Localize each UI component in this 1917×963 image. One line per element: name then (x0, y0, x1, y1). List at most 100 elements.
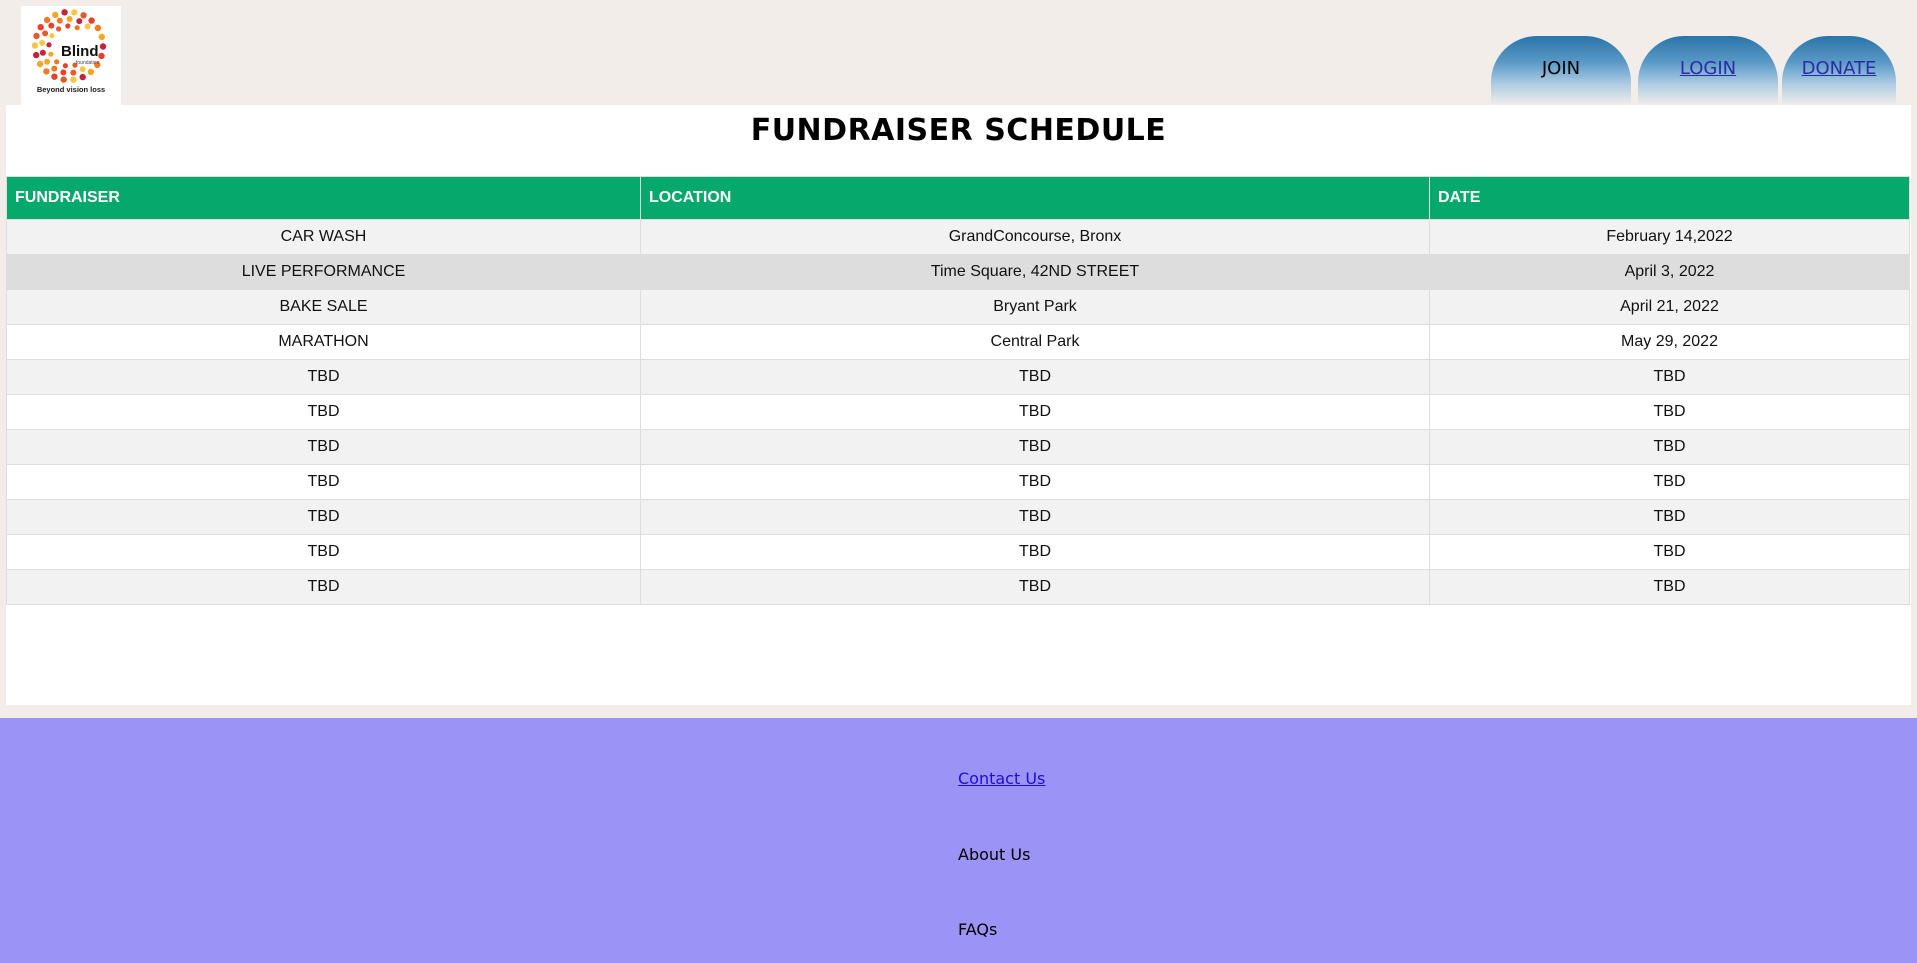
table-row: TBD TBD TBD (6, 499, 1910, 535)
table-row: LIVE PERFORMANCE Time Square, 42ND STREET… (6, 254, 1910, 290)
cell-fundraiser: TBD (6, 464, 641, 500)
logo-dot (80, 12, 87, 19)
logo-dot (88, 17, 95, 24)
cell-fundraiser: TBD (6, 499, 641, 535)
logo-dot (87, 68, 95, 76)
logo-dot (65, 23, 71, 29)
column-header-date: DATE (1429, 176, 1910, 220)
nav-join-tab[interactable]: JOIN (1491, 36, 1631, 105)
logo-dot (98, 52, 105, 60)
logo-dot (48, 22, 55, 29)
cell-date: April 3, 2022 (1429, 254, 1910, 290)
fundraiser-schedule-table: FUNDRAISER LOCATION DATE CAR WASH GrandCo… (6, 176, 1910, 605)
site-footer: Contact Us About Us FAQs (0, 718, 1917, 963)
cell-fundraiser: TBD (6, 534, 641, 570)
table-row: TBD TBD TBD (6, 429, 1910, 465)
logo-dot (51, 73, 58, 80)
logo-dot (70, 76, 77, 83)
blind-foundation-logo[interactable]: Blind foundation Beyond vision loss (21, 6, 121, 105)
logo-dot (94, 24, 102, 32)
logo-dot (71, 9, 78, 16)
cell-location: TBD (640, 429, 1430, 465)
cell-location: Time Square, 42ND STREET (640, 254, 1430, 290)
logo-dot (49, 33, 55, 39)
logo-dot (48, 51, 54, 57)
table-row: TBD TBD TBD (6, 394, 1910, 430)
logo-dot (60, 76, 67, 83)
nav-login-tab[interactable]: LOGIN (1638, 36, 1778, 105)
cell-location: Central Park (640, 324, 1430, 360)
cell-date: TBD (1429, 499, 1910, 535)
cell-location: TBD (640, 359, 1430, 395)
cell-fundraiser: TBD (6, 569, 641, 605)
column-header-fundraiser: FUNDRAISER (6, 176, 641, 220)
logo-dot (56, 26, 62, 32)
logo-dot (76, 18, 83, 25)
nav-donate-link[interactable]: DONATE (1802, 58, 1877, 79)
nav-login-link[interactable]: LOGIN (1680, 58, 1736, 79)
column-header-location: LOCATION (640, 176, 1430, 220)
table-row: MARATHON Central Park May 29, 2022 (6, 324, 1910, 360)
cell-location: TBD (640, 569, 1430, 605)
logo-dot (62, 63, 68, 69)
logo-dot (39, 39, 46, 46)
cell-location: GrandConcourse, Bronx (640, 219, 1430, 255)
table-row: BAKE SALE Bryant Park April 21, 2022 (6, 289, 1910, 325)
logo-dot (84, 23, 91, 30)
table-row: CAR WASH GrandConcourse, Bronx February 14… (6, 219, 1910, 255)
logo-dot (99, 43, 107, 50)
cell-date: TBD (1429, 569, 1910, 605)
cell-date: TBD (1429, 394, 1910, 430)
contact-us-link[interactable]: Contact Us (958, 769, 1045, 788)
logo-dot (43, 16, 51, 24)
nav-join-label[interactable]: JOIN (1542, 58, 1580, 79)
logo-dot (74, 25, 80, 31)
logo-dot (60, 69, 67, 76)
cell-fundraiser: BAKE SALE (6, 289, 641, 325)
cell-date: TBD (1429, 534, 1910, 570)
cell-fundraiser: MARATHON (6, 324, 641, 360)
cell-location: TBD (640, 394, 1430, 430)
cell-date: TBD (1429, 464, 1910, 500)
table-row: TBD TBD TBD (6, 569, 1910, 605)
cell-date: TBD (1429, 429, 1910, 465)
main-content: FUNDRAISER SCHEDULE FUNDRAISER LOCATION … (6, 105, 1911, 705)
about-us-link[interactable]: About Us (958, 845, 1030, 864)
logo-dot (42, 30, 49, 37)
logo-dot (46, 42, 52, 48)
logo-dot (33, 51, 40, 59)
faqs-link[interactable]: FAQs (958, 920, 997, 939)
logo-dot-ring-icon: Blind foundation (31, 9, 107, 83)
table-row: TBD TBD TBD (6, 464, 1910, 500)
table-header-row: FUNDRAISER LOCATION DATE (6, 176, 1910, 220)
logo-dot (79, 66, 86, 73)
logo-dot (39, 49, 46, 56)
cell-fundraiser: TBD (6, 359, 641, 395)
svg-text:foundation: foundation (76, 60, 100, 66)
cell-date: February 14,2022 (1429, 219, 1910, 255)
logo-dot (43, 68, 50, 75)
logo-dot (36, 60, 44, 68)
site-header: Blind foundation Beyond vision loss JOIN… (0, 0, 1917, 105)
logo-tagline: Beyond vision loss (36, 85, 106, 94)
table-row: TBD TBD TBD (6, 534, 1910, 570)
svg-text:Blind: Blind (61, 43, 99, 60)
cell-location: TBD (640, 499, 1430, 535)
cell-fundraiser: LIVE PERFORMANCE (6, 254, 641, 290)
nav-donate-tab[interactable]: DONATE (1782, 36, 1896, 105)
logo-dot (66, 16, 73, 22)
cell-location: TBD (640, 534, 1430, 570)
logo-dot (61, 9, 68, 16)
logo-dot (79, 73, 86, 81)
logo-dot (98, 33, 106, 41)
cell-date: May 29, 2022 (1429, 324, 1910, 360)
cell-date: April 21, 2022 (1429, 289, 1910, 325)
cell-fundraiser: TBD (6, 429, 641, 465)
table-row: TBD TBD TBD (6, 359, 1910, 395)
cell-date: TBD (1429, 359, 1910, 395)
logo-dot (31, 42, 39, 49)
cell-location: TBD (640, 464, 1430, 500)
logo-dot (56, 17, 63, 24)
logo-dot (33, 32, 40, 40)
cell-fundraiser: TBD (6, 394, 641, 430)
